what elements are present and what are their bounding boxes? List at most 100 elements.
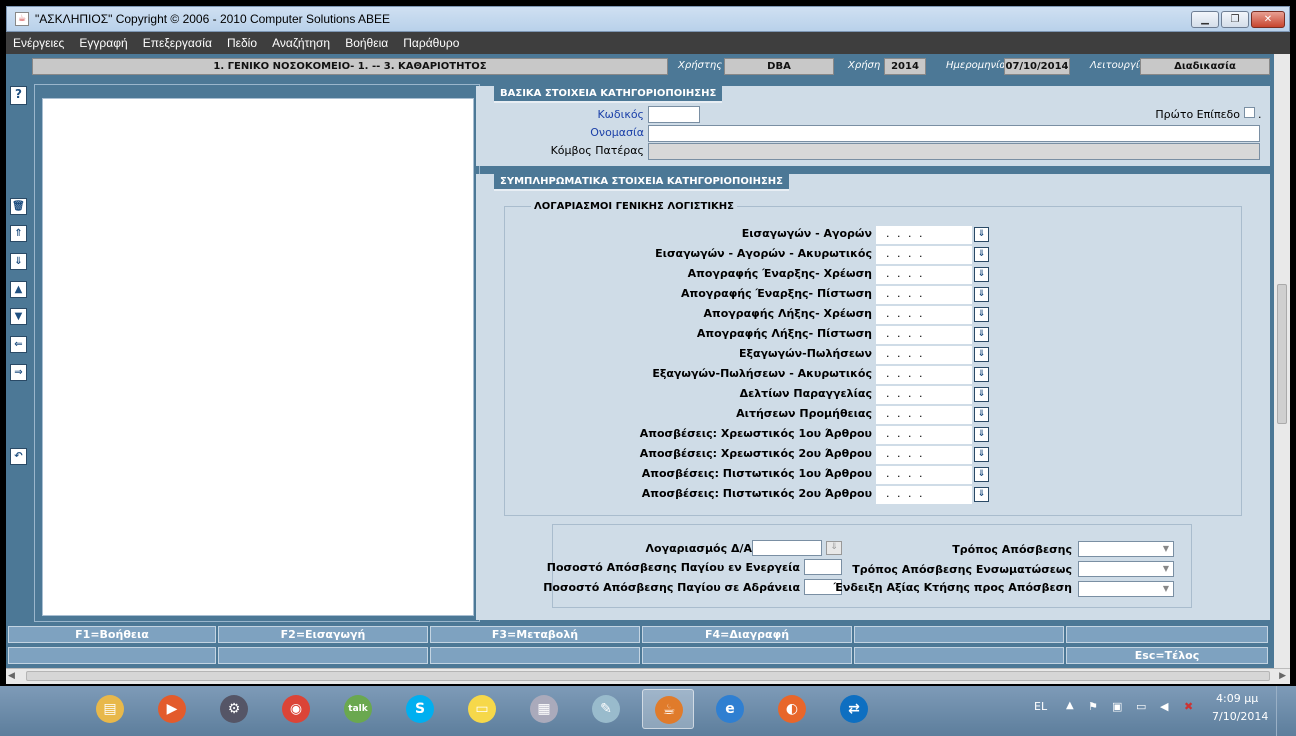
account-input[interactable]: . . . . — [876, 386, 972, 404]
account-input[interactable]: . . . . — [876, 306, 972, 324]
close-button[interactable]: ✕ — [1251, 11, 1285, 28]
list-of-values-icon[interactable]: ⇓ — [974, 427, 989, 442]
account-input[interactable]: . . . . — [876, 466, 972, 484]
taskbar-app-button[interactable]: ▦ — [518, 689, 570, 729]
power-icon[interactable]: ▣ — [1112, 700, 1122, 713]
list-of-values-icon[interactable]: ⇓ — [974, 327, 989, 342]
name-input[interactable] — [648, 125, 1260, 142]
dep-method-select[interactable]: ▼ — [1078, 541, 1174, 557]
fkey-button[interactable] — [854, 647, 1064, 664]
next-record-icon[interactable]: ▼ — [10, 308, 27, 325]
account-input[interactable]: . . . . — [876, 426, 972, 444]
fkey-button[interactable] — [430, 647, 640, 664]
list-of-values-icon[interactable]: ⇓ — [974, 367, 989, 382]
taskbar-app-button[interactable]: ◉ — [270, 689, 322, 729]
fkey-button[interactable]: F4=Διαγραφή — [642, 626, 852, 643]
vertical-scrollbar[interactable] — [1274, 54, 1290, 668]
account-input[interactable]: . . . . — [876, 486, 972, 504]
acq-value-select[interactable]: ▼ — [1078, 581, 1174, 597]
menu-search[interactable]: Αναζήτηση — [272, 36, 330, 50]
account-input[interactable]: . . . . — [876, 406, 972, 424]
list-of-values-icon[interactable]: ⇓ — [974, 347, 989, 362]
fkey-button[interactable]: F2=Εισαγωγή — [218, 626, 428, 643]
list-of-values-icon[interactable]: ⇓ — [974, 387, 989, 402]
maximize-button[interactable]: ❐ — [1221, 11, 1249, 28]
menu-field[interactable]: Πεδίο — [227, 36, 257, 50]
flag-icon[interactable]: ⚑ — [1088, 700, 1098, 713]
menu-edit[interactable]: Επεξεργασία — [143, 36, 212, 50]
list-of-values-icon[interactable]: ⇓ — [974, 287, 989, 302]
account-input[interactable]: . . . . — [876, 366, 972, 384]
scroll-left-icon[interactable]: ◀ — [8, 671, 15, 681]
fkey-button[interactable]: F1=Βοήθεια — [8, 626, 216, 643]
account-da-input[interactable] — [752, 540, 822, 556]
fkey-button[interactable] — [854, 626, 1064, 643]
first-record-icon[interactable]: ⇑ — [10, 225, 27, 242]
account-input[interactable]: . . . . — [876, 346, 972, 364]
pct-active-input[interactable] — [804, 559, 842, 575]
account-input[interactable]: . . . . — [876, 266, 972, 284]
vertical-scroll-thumb[interactable] — [1277, 284, 1287, 424]
taskbar-app-button[interactable]: ▶ — [146, 689, 198, 729]
undo-icon[interactable]: ↶ — [10, 448, 27, 465]
language-indicator[interactable]: EL — [1034, 700, 1047, 713]
fkey-button[interactable]: F3=Μεταβολή — [430, 626, 640, 643]
account-input[interactable]: . . . . — [876, 446, 972, 464]
taskbar-app-button[interactable]: ▤ — [84, 689, 136, 729]
window-titlebar[interactable]: ☕ "ΑΣΚΛΗΠΙΟΣ" Copyright © 2006 - 2010 Co… — [6, 6, 1290, 32]
list-of-values-icon[interactable]: ⇓ — [974, 227, 989, 242]
account-input[interactable]: . . . . — [876, 286, 972, 304]
network-tray-icon[interactable]: ▭ — [1136, 700, 1146, 713]
prev-record-icon[interactable]: ▲ — [10, 281, 27, 298]
volume-icon[interactable]: ◀ — [1160, 700, 1168, 713]
list-of-values-icon[interactable]: ⇓ — [974, 407, 989, 422]
fkey-button[interactable] — [218, 647, 428, 664]
show-hidden-icons-icon[interactable]: ▲ — [1066, 700, 1074, 711]
first-level-checkbox[interactable] — [1244, 107, 1255, 118]
list-of-values-icon[interactable]: ⇓ — [974, 307, 989, 322]
last-record-icon[interactable]: ⇓ — [10, 253, 27, 270]
clock-time[interactable]: 4:09 μμ — [1216, 692, 1258, 705]
scroll-right-icon[interactable]: ▶ — [1279, 671, 1286, 681]
taskbar-app-button[interactable]: ▭ — [456, 689, 508, 729]
account-da-lov-icon[interactable]: ⇓ — [826, 541, 842, 555]
fkey-button[interactable] — [8, 647, 216, 664]
show-desktop-button[interactable] — [1276, 686, 1296, 736]
menu-help[interactable]: Βοήθεια — [345, 36, 388, 50]
help-icon[interactable]: ? — [10, 86, 27, 105]
list-of-values-icon[interactable]: ⇓ — [974, 487, 989, 502]
taskbar-app-button[interactable]: ☕ — [642, 689, 694, 729]
back-icon[interactable]: ⇐ — [10, 336, 27, 353]
list-of-values-icon[interactable]: ⇓ — [974, 247, 989, 262]
taskbar-app-button[interactable]: S — [394, 689, 446, 729]
trash-icon[interactable]: 🗑 — [10, 198, 27, 215]
taskbar-app-button[interactable]: talk — [332, 689, 384, 729]
menu-record[interactable]: Εγγραφή — [79, 36, 127, 50]
list-of-values-icon[interactable]: ⇓ — [974, 467, 989, 482]
dep-method-inc-select[interactable]: ▼ — [1078, 561, 1174, 577]
account-input[interactable]: . . . . — [876, 326, 972, 344]
fkey-button[interactable] — [642, 647, 852, 664]
tree-panel[interactable] — [42, 98, 474, 616]
taskbar-app-button[interactable]: ◐ — [766, 689, 818, 729]
fkey-button[interactable] — [1066, 626, 1268, 643]
taskbar-app-button[interactable]: ⚙ — [208, 689, 260, 729]
horizontal-scroll-thumb[interactable] — [26, 671, 1270, 681]
code-input[interactable] — [648, 106, 700, 123]
list-of-values-icon[interactable]: ⇓ — [974, 447, 989, 462]
clock-date[interactable]: 7/10/2014 — [1212, 710, 1268, 723]
account-input[interactable]: . . . . — [876, 246, 972, 264]
taskbar-app-button[interactable]: ⇄ — [828, 689, 880, 729]
list-of-values-icon[interactable]: ⇓ — [974, 267, 989, 282]
minimize-button[interactable]: ▁ — [1191, 11, 1219, 28]
account-input[interactable]: . . . . — [876, 226, 972, 244]
menu-window[interactable]: Παράθυρο — [403, 36, 459, 50]
fkey-button[interactable]: Esc=Τέλος — [1066, 647, 1268, 664]
taskbar-app-button[interactable]: ✎ — [580, 689, 632, 729]
taskbar-app-button[interactable]: e — [704, 689, 756, 729]
menu-actions[interactable]: Ενέργειες — [13, 36, 64, 50]
forward-icon[interactable]: ⇒ — [10, 364, 27, 381]
account-label: Αποσβέσεις: Χρεωστικός 2ου Άρθρου — [639, 447, 872, 460]
security-icon[interactable]: ✖ — [1184, 700, 1193, 713]
horizontal-scrollbar[interactable]: ◀ ▶ — [6, 668, 1290, 684]
